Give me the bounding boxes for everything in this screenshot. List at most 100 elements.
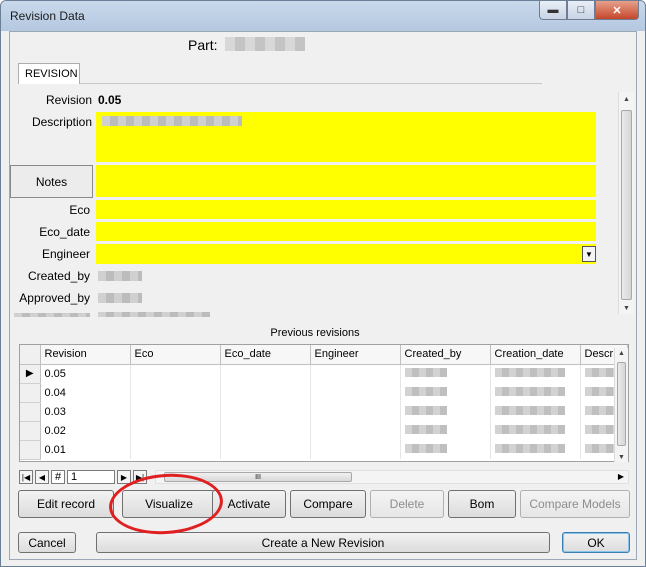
creation-date-cell[interactable] — [490, 364, 581, 383]
approved-by-label: Approved_by — [19, 291, 90, 305]
eco-label: Eco — [69, 203, 90, 217]
created-by-cell[interactable] — [400, 421, 491, 440]
revision-value: 0.05 — [98, 93, 122, 107]
eco-date-field[interactable] — [96, 222, 596, 241]
table-row[interactable]: ▶ 0.05 — [20, 364, 628, 384]
scroll-thumb[interactable] — [617, 362, 626, 446]
grid-header-row: Revision Eco Eco_date Engineer Created_b… — [20, 345, 628, 365]
redacted-value — [494, 424, 565, 434]
delete-button[interactable]: Delete — [370, 490, 444, 518]
created-by-cell[interactable] — [400, 440, 491, 459]
creation-date-cell[interactable] — [490, 440, 581, 459]
revision-label: Revision — [45, 93, 92, 107]
scroll-down-icon[interactable]: ▼ — [619, 305, 634, 312]
row-selector[interactable] — [20, 402, 41, 422]
record-hash-icon: # — [51, 470, 65, 484]
engineer-cell[interactable] — [310, 402, 401, 421]
notes-field[interactable] — [96, 165, 596, 197]
redacted-value — [404, 386, 447, 396]
eco-cell[interactable] — [130, 364, 221, 383]
table-row[interactable]: 0.04 — [20, 383, 628, 403]
description-field[interactable] — [96, 112, 596, 162]
dialog-body: Part: REVISION Revision 0.05 Description… — [9, 31, 637, 560]
eco-date-cell[interactable] — [220, 364, 311, 383]
eco-date-cell[interactable] — [220, 402, 311, 421]
creation-date-cell[interactable] — [490, 402, 581, 421]
grid-vertical-scrollbar[interactable]: ▲ ▼ — [614, 348, 628, 462]
eco-cell[interactable] — [130, 402, 221, 421]
engineer-cell[interactable] — [310, 421, 401, 440]
scroll-right-icon[interactable]: ▶ — [618, 472, 624, 481]
redacted-value — [404, 443, 447, 453]
column-header-eco-date[interactable]: Eco_date — [220, 345, 311, 365]
table-row[interactable]: 0.01 — [20, 440, 628, 460]
column-header-revision[interactable]: Revision — [40, 345, 131, 365]
eco-date-cell[interactable] — [220, 440, 311, 459]
eco-date-label: Eco_date — [39, 225, 90, 239]
revision-form: Revision 0.05 Description Notes Eco Eco_… — [10, 87, 620, 317]
column-header-engineer[interactable]: Engineer — [310, 345, 401, 365]
column-header-created-by[interactable]: Created_by — [400, 345, 491, 365]
created-by-cell[interactable] — [400, 402, 491, 421]
engineer-cell[interactable] — [310, 364, 401, 383]
row-selector[interactable] — [20, 421, 41, 441]
activate-button[interactable]: Activate — [212, 490, 286, 518]
bom-button[interactable]: Bom — [448, 490, 516, 518]
revision-cell[interactable]: 0.05 — [40, 364, 131, 383]
ok-button[interactable]: OK — [562, 532, 630, 553]
created-by-cell[interactable] — [400, 383, 491, 402]
eco-date-cell[interactable] — [220, 383, 311, 402]
revision-cell[interactable]: 0.01 — [40, 440, 131, 459]
creation-date-cell[interactable] — [490, 421, 581, 440]
edit-record-button[interactable]: Edit record — [18, 490, 114, 518]
creation-date-cell[interactable] — [490, 383, 581, 402]
eco-date-cell[interactable] — [220, 421, 311, 440]
cancel-button[interactable]: Cancel — [18, 532, 76, 553]
redacted-value — [404, 424, 447, 434]
tab-revision[interactable]: REVISION — [18, 63, 80, 84]
approved-by-value-redacted — [98, 293, 142, 303]
table-row[interactable]: 0.03 — [20, 402, 628, 422]
description-label: Description — [31, 115, 92, 129]
revision-cell[interactable]: 0.04 — [40, 383, 131, 402]
hidden-label-redacted — [14, 313, 90, 317]
chevron-down-icon[interactable]: ▼ — [582, 246, 596, 262]
eco-cell[interactable] — [130, 421, 221, 440]
scroll-up-icon[interactable]: ▲ — [619, 96, 634, 103]
row-selector-header — [20, 345, 41, 365]
engineer-select[interactable] — [96, 244, 596, 264]
close-button[interactable]: ✕ — [595, 1, 639, 20]
engineer-cell[interactable] — [310, 383, 401, 402]
eco-cell[interactable] — [130, 440, 221, 459]
table-row[interactable]: 0.02 — [20, 421, 628, 441]
compare-button[interactable]: Compare — [290, 490, 366, 518]
scroll-thumb[interactable] — [621, 110, 632, 300]
engineer-cell[interactable] — [310, 440, 401, 459]
eco-field[interactable] — [96, 200, 596, 219]
scroll-up-icon[interactable]: ▲ — [615, 350, 628, 357]
created-by-value-redacted — [98, 271, 142, 281]
revision-cell[interactable]: 0.03 — [40, 402, 131, 421]
column-header-creation-date[interactable]: Creation_date — [490, 345, 581, 365]
compare-models-button[interactable]: Compare Models — [520, 490, 630, 518]
title-bar[interactable]: Revision Data ▬ □ ✕ — [1, 1, 645, 31]
create-new-revision-button[interactable]: Create a New Revision — [96, 532, 550, 553]
record-position-input[interactable]: 1 — [67, 470, 115, 484]
maximize-button[interactable]: □ — [567, 1, 595, 20]
previous-record-icon[interactable]: ◀ — [35, 470, 49, 484]
part-label: Part: — [188, 37, 218, 53]
scroll-down-icon[interactable]: ▼ — [615, 454, 628, 461]
grid-horizontal-scrollbar[interactable]: III ▶ — [155, 470, 629, 484]
row-selector[interactable] — [20, 383, 41, 403]
notes-button[interactable]: Notes — [10, 165, 93, 198]
window-controls: ▬ □ ✕ — [539, 1, 639, 21]
eco-cell[interactable] — [130, 383, 221, 402]
row-selector[interactable] — [20, 440, 41, 460]
redacted-value — [494, 405, 565, 415]
created-by-cell[interactable] — [400, 364, 491, 383]
minimize-button[interactable]: ▬ — [539, 1, 567, 20]
column-header-eco[interactable]: Eco — [130, 345, 221, 365]
first-record-icon[interactable]: |◀ — [19, 470, 33, 484]
revision-cell[interactable]: 0.02 — [40, 421, 131, 440]
form-vertical-scrollbar[interactable]: ▲ ▼ — [618, 92, 634, 314]
